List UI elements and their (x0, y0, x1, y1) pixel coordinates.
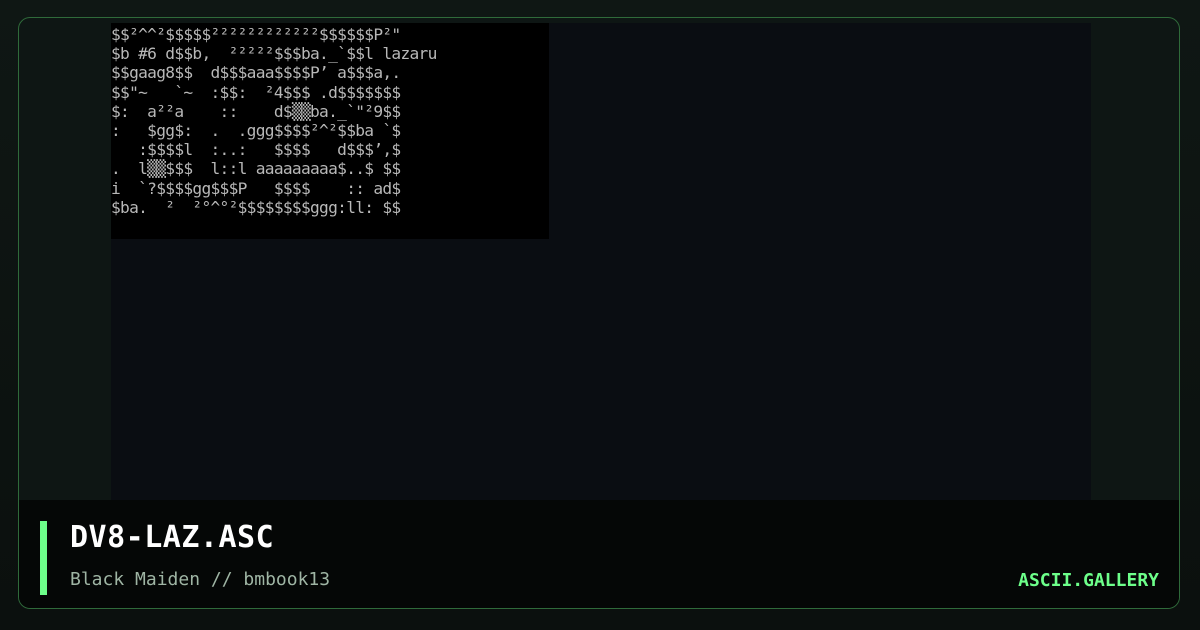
preview-frame: $$²^^²$$$$$²²²²²²²²²²²²$$$$$$P²" $b #6 d… (18, 17, 1180, 609)
accent-bar (40, 521, 47, 595)
artwork-title: DV8-LAZ.ASC (70, 520, 275, 555)
footer: DV8-LAZ.ASC Black Maiden // bmbook13 ASC… (19, 500, 1179, 608)
page: $$²^^²$$$$$²²²²²²²²²²²²$$$$$$P²" $b #6 d… (0, 0, 1200, 630)
artwork-credit: Black Maiden // bmbook13 (70, 569, 331, 590)
ascii-art-text: $$²^^²$$$$$²²²²²²²²²²²²$$$$$$P²" $b #6 d… (111, 25, 437, 217)
ascii-art: $$²^^²$$$$$²²²²²²²²²²²²$$$$$$P²" $b #6 d… (111, 23, 549, 239)
site-brand[interactable]: ASCII.GALLERY (1018, 570, 1159, 591)
art-viewport: $$²^^²$$$$$²²²²²²²²²²²²$$$$$$P²" $b #6 d… (111, 23, 1091, 513)
